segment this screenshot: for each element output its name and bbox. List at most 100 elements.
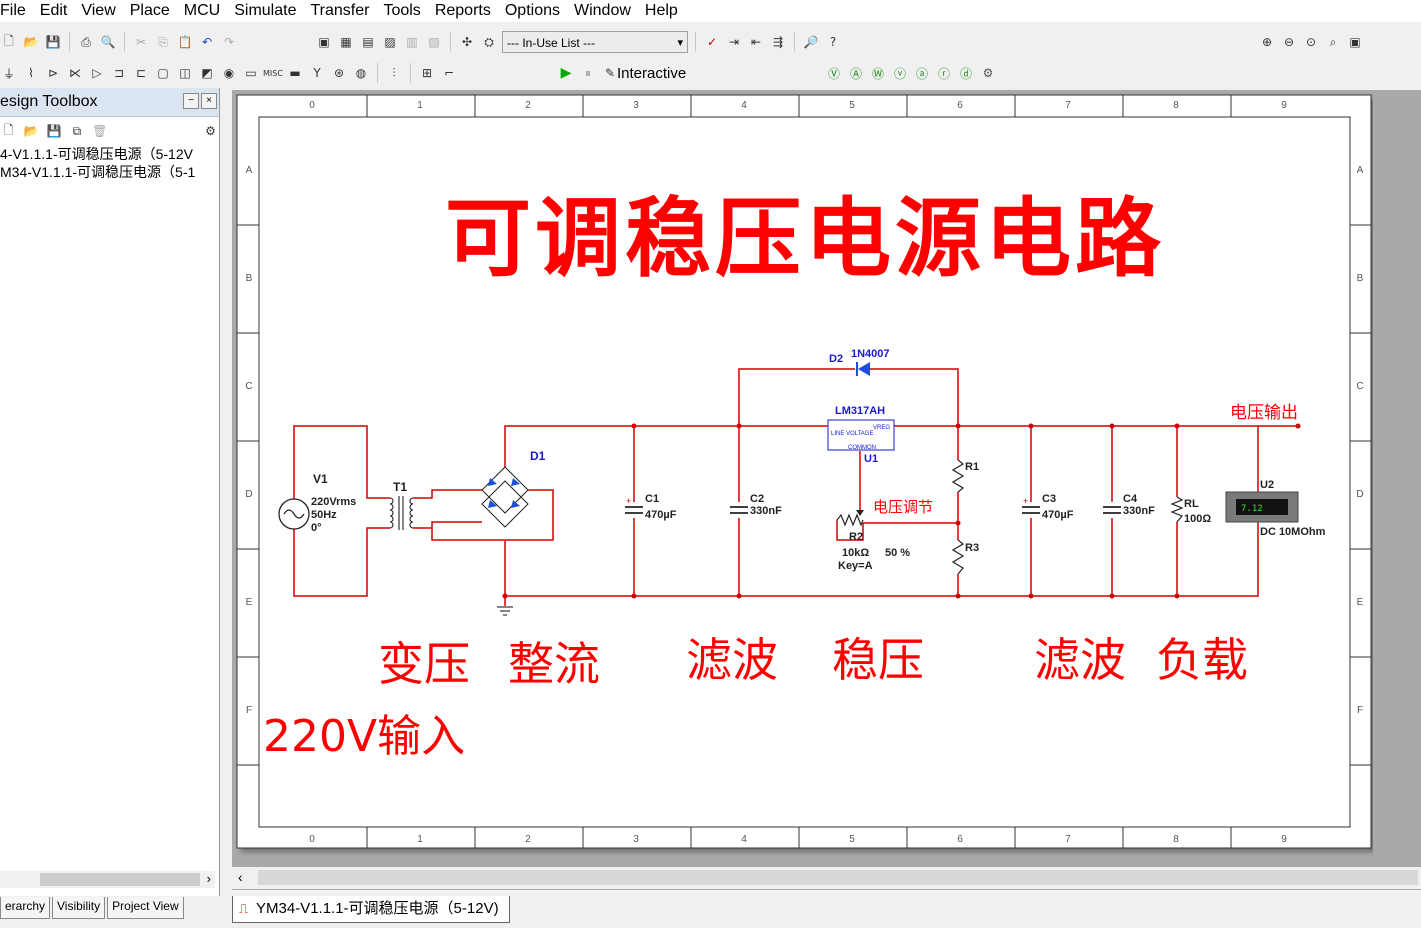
- menu-mcu[interactable]: MCU: [184, 2, 220, 20]
- menu-window[interactable]: Window: [574, 2, 631, 20]
- panel-minimize-button[interactable]: −: [183, 93, 199, 109]
- indicator-icon[interactable]: ◉: [220, 64, 238, 82]
- find-icon[interactable]: 🔎: [802, 33, 820, 51]
- scroll-thumb[interactable]: [258, 870, 1418, 885]
- mcu-icon[interactable]: ▢: [154, 64, 172, 82]
- spreadsheet-icon[interactable]: ▤: [359, 33, 377, 51]
- document-tab[interactable]: ⎍ YM34-V1.1.1-可调稳压电源（5-12V): [232, 896, 510, 923]
- component-icon[interactable]: ▧: [425, 33, 443, 51]
- menu-edit[interactable]: Edit: [40, 2, 68, 20]
- tree-item[interactable]: 4-V1.1.1-可调稳压电源（5-12V: [0, 145, 219, 163]
- zoom-out-icon[interactable]: ⊖: [1280, 33, 1298, 51]
- probe-vdiff-icon[interactable]: ⓥ: [891, 64, 909, 82]
- help-icon[interactable]: ?: [824, 33, 842, 51]
- schematic-canvas[interactable]: 0 0 1 1 2 2 3 3 4 4 5 5 6 6 7 7 8 8 9 9 A A B B C C D D E E F F 可调稳压电源…: [232, 90, 1421, 890]
- probe-w-icon[interactable]: Ⓦ: [869, 64, 887, 82]
- settings-gear-icon[interactable]: ⚙: [979, 64, 997, 82]
- panel-delete-icon[interactable]: 🗑: [91, 122, 108, 140]
- wire-icon[interactable]: ⌐: [440, 64, 458, 82]
- panel-new-icon[interactable]: 🗋: [0, 122, 17, 140]
- panel-save-icon[interactable]: 💾: [46, 122, 63, 140]
- zoom-fit-icon[interactable]: ⌕: [1324, 33, 1342, 51]
- row-label: A: [1357, 165, 1364, 176]
- ttl-icon[interactable]: ⊐: [110, 64, 128, 82]
- menu-transfer[interactable]: Transfer: [310, 2, 369, 20]
- transfer-icon[interactable]: ⇶: [769, 33, 787, 51]
- database-manager-icon[interactable]: ⛭: [480, 33, 498, 51]
- paste-icon[interactable]: 📋: [176, 33, 194, 51]
- copy-icon[interactable]: ⎘: [154, 33, 172, 51]
- probe-v-icon[interactable]: Ⓥ: [825, 64, 843, 82]
- peripheral-icon[interactable]: ▬: [286, 64, 304, 82]
- panel-open-icon[interactable]: 📂: [23, 122, 40, 140]
- place-component-icon[interactable]: ✣: [458, 33, 476, 51]
- tab-hierarchy[interactable]: erarchy: [0, 897, 51, 919]
- scroll-left-icon[interactable]: ‹: [238, 869, 243, 885]
- cmos-icon[interactable]: ⊏: [132, 64, 150, 82]
- save-icon[interactable]: 💾: [44, 33, 62, 51]
- database-icon[interactable]: ▥: [403, 33, 421, 51]
- panel-settings-icon[interactable]: ⚙: [202, 122, 219, 140]
- panel-horizontal-scrollbar[interactable]: ›: [0, 871, 215, 888]
- schematic-svg[interactable]: 0 0 1 1 2 2 3 3 4 4 5 5 6 6 7 7 8 8 9 9 A A B B C C D D E E F F 可调稳压电源…: [232, 90, 1421, 867]
- print-icon[interactable]: ⎙: [77, 33, 95, 51]
- back-annotate-icon[interactable]: ⇥: [725, 33, 743, 51]
- diode-icon[interactable]: ⊳: [44, 64, 62, 82]
- bus-icon[interactable]: ⊞: [418, 64, 436, 82]
- ladder-icon[interactable]: ◍: [352, 64, 370, 82]
- pause-icon[interactable]: ⏸: [579, 64, 597, 82]
- print-preview-icon[interactable]: 🔍: [99, 33, 117, 51]
- tree-item[interactable]: M34-V1.1.1-可调稳压电源（5-1: [0, 163, 219, 181]
- grid-icon[interactable]: ▦: [337, 33, 355, 51]
- v1-source[interactable]: [278, 498, 310, 530]
- panel-close-button[interactable]: ×: [201, 93, 217, 109]
- menu-reports[interactable]: Reports: [435, 2, 491, 20]
- zoom-area-icon[interactable]: ⊙: [1302, 33, 1320, 51]
- undo-icon[interactable]: ↶: [198, 33, 216, 51]
- menu-simulate[interactable]: Simulate: [234, 2, 296, 20]
- r2-key: Key=A: [838, 560, 873, 572]
- transistor-icon[interactable]: ⋉: [66, 64, 84, 82]
- zoom-in-icon[interactable]: ⊕: [1258, 33, 1276, 51]
- run-icon[interactable]: ▶: [557, 64, 575, 82]
- fullscreen-icon[interactable]: ▣: [315, 33, 333, 51]
- probe-phase-icon[interactable]: ⓐ: [913, 64, 931, 82]
- menu-options[interactable]: Options: [505, 2, 560, 20]
- probe-ref-icon[interactable]: ⓡ: [935, 64, 953, 82]
- advanced-icon[interactable]: ◫: [176, 64, 194, 82]
- hierarchical-icon[interactable]: ⫶: [385, 64, 403, 82]
- full-screen-icon[interactable]: ▣: [1346, 33, 1364, 51]
- interactive-mode-label[interactable]: Interactive: [617, 65, 686, 82]
- canvas-horizontal-scrollbar[interactable]: ‹: [232, 867, 1421, 889]
- menu-view[interactable]: View: [81, 2, 115, 20]
- cut-icon[interactable]: ✂: [132, 33, 150, 51]
- new-icon[interactable]: 🗋: [0, 33, 18, 51]
- misc-icon[interactable]: MISC: [263, 64, 283, 82]
- menu-file[interactable]: File: [0, 2, 26, 20]
- tab-project-view[interactable]: Project View: [107, 897, 184, 919]
- open-icon[interactable]: 📂: [22, 33, 40, 51]
- menu-tools[interactable]: Tools: [383, 2, 420, 20]
- probe-digital-icon[interactable]: ⓓ: [957, 64, 975, 82]
- tab-visibility[interactable]: Visibility: [52, 897, 106, 919]
- basic-icon[interactable]: ⌇: [22, 64, 40, 82]
- scroll-thumb[interactable]: [40, 873, 200, 886]
- menu-place[interactable]: Place: [130, 2, 170, 20]
- probe-a-icon[interactable]: Ⓐ: [847, 64, 865, 82]
- electromech-icon[interactable]: ⊛: [330, 64, 348, 82]
- panel-new-window-icon[interactable]: ⧉: [68, 122, 85, 140]
- scroll-right-icon[interactable]: ›: [207, 871, 211, 886]
- column-label: 8: [1173, 834, 1179, 845]
- mixed-icon[interactable]: ◩: [198, 64, 216, 82]
- u2-reading: 7.12: [1241, 504, 1263, 514]
- forward-annotate-icon[interactable]: ⇤: [747, 33, 765, 51]
- menu-help[interactable]: Help: [645, 2, 678, 20]
- redo-icon[interactable]: ↷: [220, 33, 238, 51]
- rf-icon[interactable]: Y: [308, 64, 326, 82]
- power-icon[interactable]: ▭: [242, 64, 260, 82]
- grapher-icon[interactable]: ▨: [381, 33, 399, 51]
- erc-icon[interactable]: ✓: [703, 33, 721, 51]
- in-use-list-select[interactable]: --- In-Use List --- ▾: [502, 31, 688, 53]
- source-icon[interactable]: ⏚: [0, 64, 18, 82]
- analog-icon[interactable]: ▷: [88, 64, 106, 82]
